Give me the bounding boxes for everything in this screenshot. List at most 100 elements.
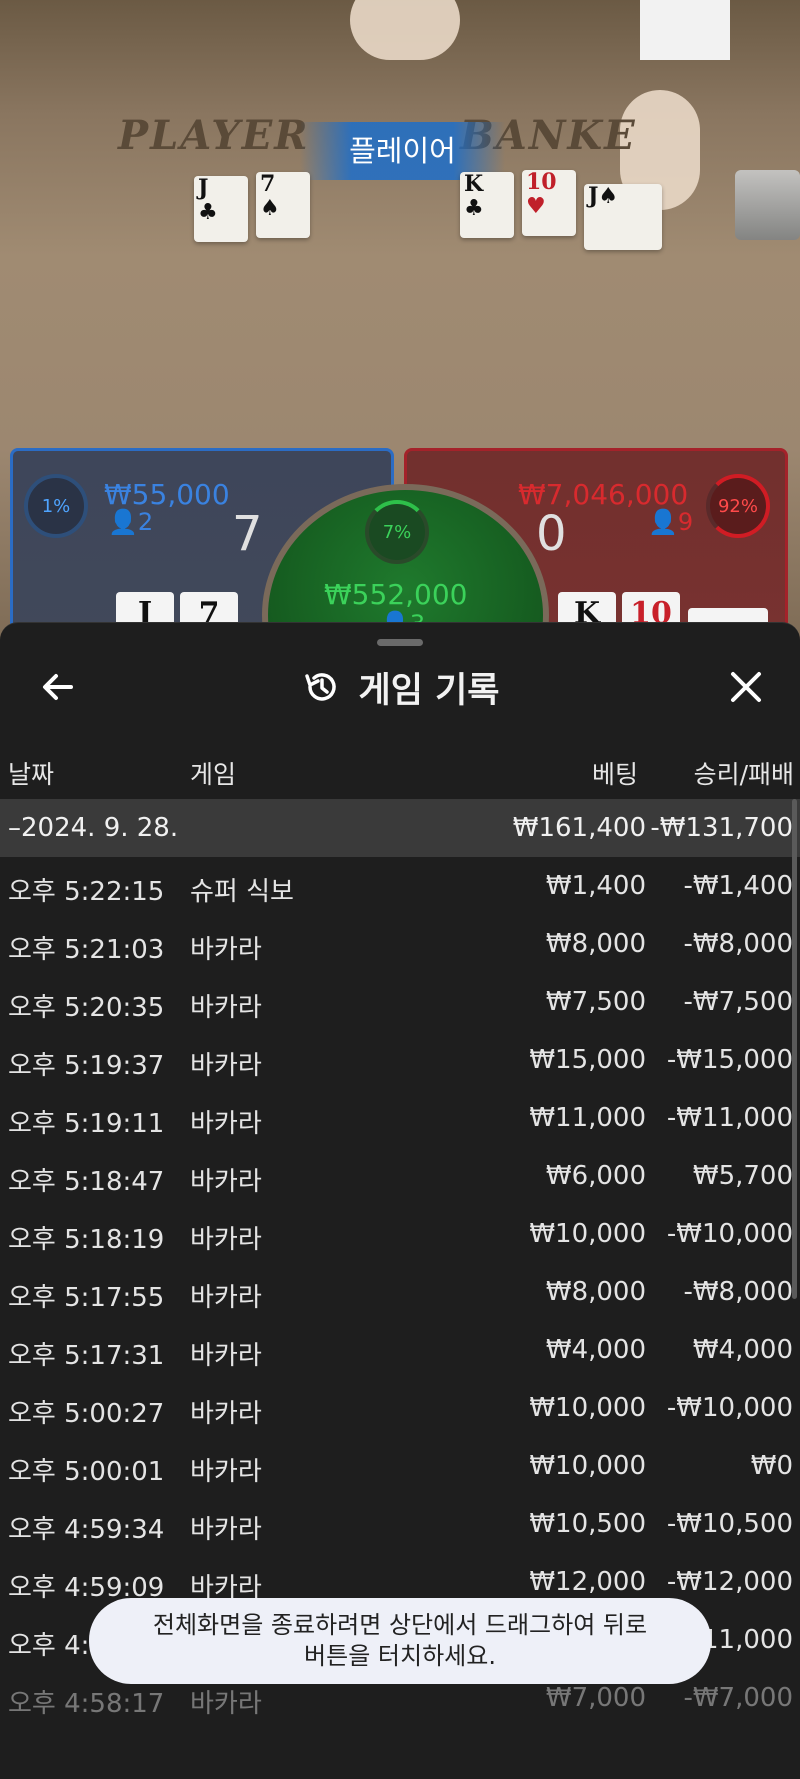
row-game: 바카라: [190, 1457, 262, 1487]
row-time: 오후 5:19:11: [8, 1109, 165, 1139]
history-list[interactable]: –2024. 9. 28. ₩161,400 -₩131,700 오후 5:22…: [0, 799, 800, 1727]
player-bettor-count: 👤2: [108, 508, 154, 536]
row-game: 바카라: [190, 935, 262, 965]
banker-percent-ring: 92%: [706, 474, 770, 538]
banker-card-2: 10 ♥: [522, 170, 576, 236]
drag-handle[interactable]: [377, 639, 423, 646]
history-row[interactable]: 오후 5:20:35 바카라 ₩7,500 -₩7,500: [0, 973, 800, 1031]
row-result: -₩7,000: [683, 1683, 793, 1713]
row-result: -₩8,000: [683, 929, 793, 959]
history-row[interactable]: 오후 5:17:55 바카라 ₩8,000 -₩8,000: [0, 1263, 800, 1321]
player-bet-amount: ₩55,000: [104, 478, 230, 511]
player-card-2: 7 ♠: [256, 172, 310, 238]
banker-bettor-count: 👤9: [648, 508, 694, 536]
dealer-hand-left: [350, 0, 460, 60]
row-bet: ₩8,000: [545, 1277, 646, 1307]
row-time: 오후 4:: [8, 1631, 90, 1661]
row-result: -₩12,000: [666, 1567, 793, 1597]
row-result: 11,000: [702, 1625, 793, 1655]
row-bet: ₩10,000: [529, 1393, 646, 1423]
player-score: 7: [232, 506, 263, 562]
dealer-sleeve: [640, 0, 730, 60]
date-group-bet-total: ₩161,400: [512, 813, 646, 843]
row-time: 오후 5:19:37: [8, 1051, 165, 1081]
row-bet: ₩10,000: [529, 1451, 646, 1481]
row-bet: ₩11,000: [529, 1103, 646, 1133]
row-time: 오후 5:20:35: [8, 993, 165, 1023]
column-header-win-loss: 승리/패배: [693, 760, 794, 789]
row-game: 바카라: [190, 1515, 262, 1545]
row-time: 오후 5:22:15: [8, 877, 165, 907]
row-game: 바카라: [190, 1167, 262, 1197]
row-bet: ₩4,000: [545, 1335, 646, 1365]
row-result: ₩4,000: [692, 1335, 793, 1365]
history-row[interactable]: 오후 5:18:47 바카라 ₩6,000 ₩5,700: [0, 1147, 800, 1205]
history-row[interactable]: 오후 5:21:03 바카라 ₩8,000 -₩8,000: [0, 915, 800, 973]
close-icon: [731, 672, 761, 702]
row-result: ₩0: [750, 1451, 793, 1481]
banker-card-1: K ♣: [460, 172, 514, 238]
history-row[interactable]: 오후 5:19:11 바카라 ₩11,000 -₩11,000: [0, 1089, 800, 1147]
history-row[interactable]: 오후 5:22:15 슈퍼 식보 ₩1,400 -₩1,400: [0, 857, 800, 915]
row-game: 바카라: [190, 993, 262, 1023]
date-group-date: –2024. 9. 28.: [8, 813, 179, 843]
row-time: 오후 5:18:47: [8, 1167, 165, 1197]
row-game: 바카라: [190, 1051, 262, 1081]
person-icon: 👤: [648, 508, 678, 536]
row-time: 오후 5:17:31: [8, 1341, 165, 1371]
sheet-header: 게임 기록: [0, 659, 800, 715]
tie-bet-amount: ₩552,000: [324, 578, 468, 611]
row-bet: ₩7,000: [545, 1683, 646, 1713]
row-time: 오후 5:00:01: [8, 1457, 165, 1487]
row-game: 바카라: [190, 1341, 262, 1371]
person-icon: 👤: [108, 508, 138, 536]
page-title: 게임 기록: [358, 670, 500, 711]
row-game: 바카라: [190, 1689, 262, 1719]
row-game: 바카라: [190, 1283, 262, 1313]
row-result: -₩10,000: [666, 1393, 793, 1423]
row-time: 오후 5:17:55: [8, 1283, 165, 1313]
row-result: ₩5,700: [692, 1161, 793, 1191]
column-header-bet: 베팅: [591, 760, 638, 789]
row-result: -₩15,000: [666, 1045, 793, 1075]
history-row[interactable]: 오후 4:59:34 바카라 ₩10,500 -₩10,500: [0, 1495, 800, 1553]
row-time: 오후 5:00:27: [8, 1399, 165, 1429]
close-button[interactable]: [726, 667, 766, 707]
history-icon: [304, 673, 336, 701]
row-result: -₩10,500: [666, 1509, 793, 1539]
row-bet: ₩15,000: [529, 1045, 646, 1075]
row-game: 바카라: [190, 1399, 262, 1429]
row-time: 오후 5:21:03: [8, 935, 165, 965]
toast-line-2: 버튼을 터치하세요.: [304, 1642, 496, 1670]
row-bet: ₩12,000: [529, 1567, 646, 1597]
row-result: -₩11,000: [666, 1103, 793, 1133]
scrollbar[interactable]: [792, 799, 797, 1299]
toast-line-1: 전체화면을 종료하려면 상단에서 드래그하여 뒤로: [152, 1611, 648, 1639]
row-bet: ₩7,500: [545, 987, 646, 1017]
row-bet: ₩1,400: [545, 871, 646, 901]
history-row[interactable]: 오후 5:00:01 바카라 ₩10,000 ₩0: [0, 1437, 800, 1495]
row-result: -₩10,000: [666, 1219, 793, 1249]
row-bet: ₩10,500: [529, 1509, 646, 1539]
history-row[interactable]: 오후 5:18:19 바카라 ₩10,000 -₩10,000: [0, 1205, 800, 1263]
row-time: 오후 5:18:19: [8, 1225, 165, 1255]
fullscreen-exit-toast: 전체화면을 종료하려면 상단에서 드래그하여 뒤로 버튼을 터치하세요.: [89, 1598, 711, 1684]
table-player-word: PLAYER: [118, 112, 310, 159]
row-result: -₩7,500: [683, 987, 793, 1017]
row-bet: ₩10,000: [529, 1219, 646, 1249]
history-row[interactable]: 오후 5:17:31 바카라 ₩4,000 ₩4,000: [0, 1321, 800, 1379]
banker-score: 0: [536, 506, 567, 562]
history-row[interactable]: 오후 5:19:37 바카라 ₩15,000 -₩15,000: [0, 1031, 800, 1089]
history-row[interactable]: 오후 5:00:27 바카라 ₩10,000 -₩10,000: [0, 1379, 800, 1437]
column-header-date: 날짜: [8, 760, 55, 789]
row-game: 슈퍼 식보: [190, 877, 294, 907]
column-header-game: 게임: [190, 760, 237, 789]
date-group-row[interactable]: –2024. 9. 28. ₩161,400 -₩131,700: [0, 799, 800, 857]
card-shoe: [735, 170, 800, 240]
row-time: 오후 4:58:17: [8, 1689, 165, 1719]
row-result: -₩1,400: [683, 871, 793, 901]
row-game: 바카라: [190, 1109, 262, 1139]
row-game: 바카라: [190, 1225, 262, 1255]
banker-card-3: J♠: [584, 184, 662, 250]
tie-percent-ring: 7%: [365, 500, 429, 564]
